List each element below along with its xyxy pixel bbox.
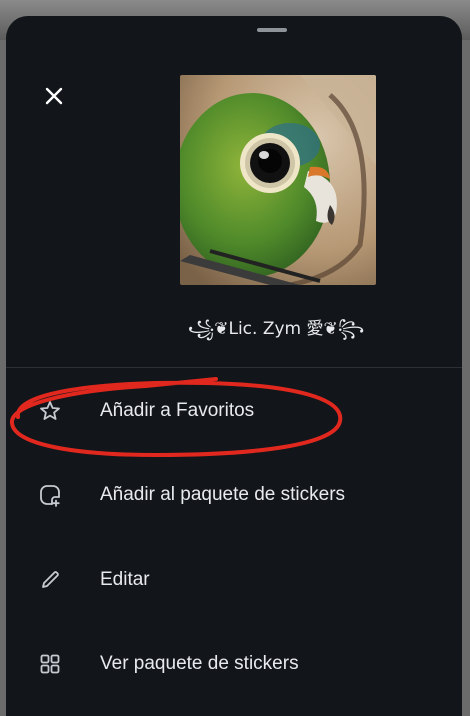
- sticker-image: [180, 75, 376, 285]
- sticker-bottom-sheet: ꧁❦Lic. Zym 愛❦꧂ Añadir a Favoritos Añadir…: [6, 16, 462, 716]
- menu-item-view-pack[interactable]: Ver paquete de stickers: [6, 634, 462, 694]
- menu-item-label: Editar: [100, 569, 150, 590]
- sticker-author-name: ꧁❦Lic. Zym 愛❦꧂: [187, 319, 365, 339]
- menu-item-label: Ver paquete de stickers: [100, 653, 299, 674]
- pencil-icon: [42, 571, 59, 588]
- menu-item-label: Añadir al paquete de stickers: [100, 484, 346, 505]
- menu-item-add-to-pack[interactable]: Añadir al paquete de stickers: [6, 465, 462, 525]
- menu-item-label: Añadir a Favoritos: [100, 400, 255, 421]
- close-icon: [45, 87, 63, 105]
- menu-item-add-favorites[interactable]: Añadir a Favoritos: [6, 381, 462, 441]
- add-sticker-icon: [40, 485, 60, 507]
- close-button[interactable]: [36, 78, 72, 114]
- star-icon: [40, 401, 60, 420]
- grid-icon: [40, 654, 60, 674]
- menu-item-edit[interactable]: Editar: [6, 550, 462, 610]
- drag-handle[interactable]: [257, 28, 287, 32]
- divider: [6, 367, 462, 368]
